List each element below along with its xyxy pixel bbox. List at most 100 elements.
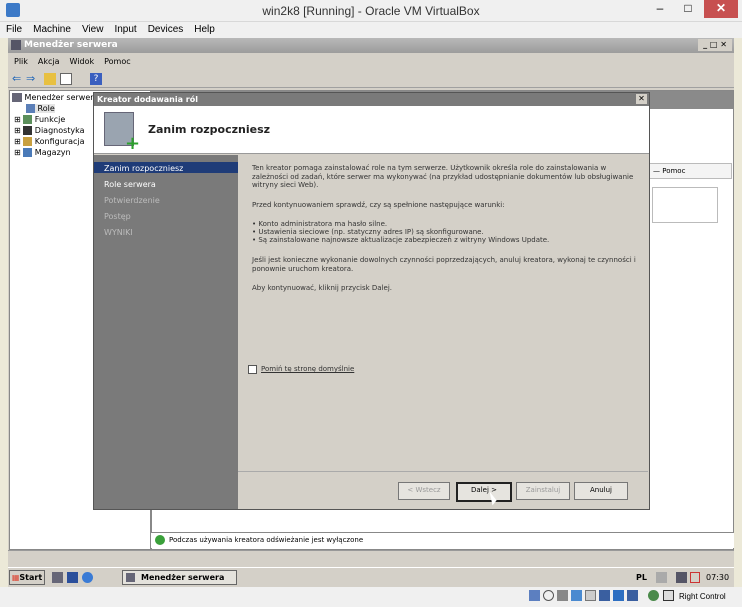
back-button[interactable]: < Wstecz [398, 482, 450, 500]
close-icon[interactable]: ✕ [636, 94, 647, 104]
prerequisite-item: • Są zainstalowane najnowsze aktualizacj… [252, 236, 550, 244]
show-hide-tree-icon[interactable] [60, 73, 72, 85]
step-postep: Postęp [104, 212, 131, 221]
powershell-icon[interactable] [67, 572, 78, 583]
prerequisite-text: Są zainstalowane najnowsze aktualizacje … [258, 236, 550, 244]
tree-root-label: Menedżer serwera [24, 93, 99, 102]
vbox-menubar: File Machine View Input Devices Help [0, 22, 742, 38]
tree-item-label: Magazyn [34, 148, 71, 157]
cancel-button[interactable]: Anuluj [574, 482, 628, 500]
wizard-steps: Zanim rozpoczniesz Role serwera Potwierd… [94, 155, 238, 509]
next-button[interactable]: Dalej > [456, 482, 512, 502]
taskbar-task-server-manager[interactable]: Menedżer serwera [122, 570, 237, 585]
taskbar: ▦Start Menedżer serwera PL 07:30 [8, 567, 734, 587]
server-manager-titlebar: Menedżer serwera _ □ ✕ [8, 38, 734, 53]
minimize-icon[interactable]: – [648, 0, 672, 18]
tree-item-role[interactable]: Role [26, 104, 55, 113]
menu-file[interactable]: File [0, 22, 27, 35]
internet-explorer-icon[interactable] [82, 572, 93, 583]
step-role-serwera[interactable]: Role serwera [104, 180, 156, 189]
help-link-label: Pomoc [662, 167, 686, 175]
clipboard-icon[interactable] [627, 590, 638, 601]
step-zanim-rozpoczniesz[interactable]: Zanim rozpoczniesz [104, 164, 183, 173]
guest-additions-icon[interactable] [648, 590, 659, 601]
tree-item-label: Diagnostyka [34, 126, 85, 135]
tree-item-funkcje[interactable]: ⊞ Funkcje [14, 115, 65, 124]
server-manager-icon [126, 573, 135, 582]
server-manager-quicklaunch-icon[interactable] [52, 572, 63, 583]
language-indicator[interactable]: PL [636, 573, 647, 582]
server-add-icon: + [104, 112, 140, 153]
shared-folders-icon[interactable] [571, 590, 582, 601]
back-arrow-icon[interactable]: ⇐ [12, 73, 23, 84]
tree-item-label: Funkcje [34, 115, 66, 124]
start-label: Start [19, 573, 43, 582]
help-icon[interactable]: ? [90, 73, 102, 85]
printer-icon [656, 572, 667, 583]
skip-page-checkbox[interactable] [248, 365, 257, 374]
window-controls[interactable]: _ □ ✕ [698, 39, 732, 51]
diagnostics-icon [23, 126, 33, 135]
server-manager-statusbar: Podczas używania kreatora odświeżanie je… [151, 532, 734, 548]
close-icon[interactable]: ✕ [704, 0, 738, 18]
tree-item-diagnostyka[interactable]: ⊞ Diagnostyka [14, 126, 85, 135]
skip-page-label[interactable]: Pomiń tę stronę domyślnie [261, 365, 354, 374]
tree-item-label: Role [37, 104, 55, 113]
menu-widok[interactable]: Widok [64, 54, 99, 66]
menu-plik[interactable]: Plik [8, 54, 32, 66]
refresh-icon [155, 535, 165, 545]
step-potwierdzenie: Potwierdzenie [104, 196, 160, 205]
hard-disk-icon[interactable] [529, 590, 540, 601]
menu-view[interactable]: View [76, 22, 109, 35]
start-button[interactable]: ▦Start [9, 570, 45, 585]
plus-icon: + [125, 133, 141, 154]
menu-help[interactable]: Help [188, 22, 220, 35]
vbox-statusbar: Right Control [0, 587, 742, 607]
display-icon[interactable] [585, 590, 596, 601]
network-icon[interactable] [676, 572, 687, 583]
prerequisite-text: Ustawienia sieciowe (np. statyczny adres… [258, 228, 484, 236]
volume-icon[interactable] [690, 572, 700, 583]
intro-paragraph: Ten kreator pomaga zainstalować role na … [252, 164, 634, 189]
usb-icon[interactable] [557, 590, 568, 601]
server-manager-menubar: Plik Akcja Widok Pomoc [8, 54, 734, 69]
cancel-advice-paragraph: Jeśli jest konieczne wykonanie dowolnych… [252, 256, 636, 273]
forward-arrow-icon[interactable]: ⇒ [26, 73, 37, 84]
menu-machine[interactable]: Machine [27, 22, 76, 35]
refresh-status-text: Podczas używania kreatora odświeżanie je… [169, 536, 364, 544]
menu-akcja[interactable]: Akcja [32, 54, 64, 66]
wizard-content: Ten kreator pomaga zainstalować role na … [238, 155, 648, 471]
help-link[interactable]: — Pomoc [648, 163, 732, 179]
host-key-label: Right Control [679, 592, 726, 601]
continue-paragraph: Aby kontynuować, kliknij przycisk Dalej. [252, 284, 392, 292]
wizard-buttons: < Wstecz Dalej > Zainstaluj Anuluj [238, 471, 648, 509]
menu-pomoc[interactable]: Pomoc [98, 54, 135, 66]
step-wyniki: WYNIKI [104, 228, 133, 237]
wizard-header: + Zanim rozpoczniesz [94, 106, 649, 154]
tree-root[interactable]: Menedżer serwera [12, 93, 98, 102]
help-box [652, 187, 718, 223]
network-adapter-icon[interactable] [599, 590, 610, 601]
tree-item-konfiguracja[interactable]: ⊞ Konfiguracja [14, 137, 85, 146]
install-button[interactable]: Zainstaluj [516, 482, 570, 500]
video-capture-icon[interactable] [613, 590, 624, 601]
optical-drive-icon[interactable] [543, 590, 554, 601]
wizard-title: Kreator dodawania ról [97, 95, 198, 104]
maximize-icon[interactable]: □ [676, 0, 700, 18]
wizard-heading: Zanim rozpoczniesz [148, 123, 271, 136]
clock[interactable]: 07:30 [706, 573, 729, 582]
features-icon [23, 115, 33, 124]
menu-devices[interactable]: Devices [142, 22, 189, 35]
task-label: Menedżer serwera [141, 573, 225, 582]
server-manager-title: Menedżer serwera [24, 40, 118, 50]
roles-icon [26, 104, 35, 113]
guest-statusbar [8, 550, 734, 564]
tree-item-magazyn[interactable]: ⊞ Magazyn [14, 148, 71, 157]
up-folder-icon[interactable] [44, 73, 56, 85]
menu-input[interactable]: Input [108, 22, 141, 35]
mouse-integration-icon[interactable] [663, 590, 674, 601]
vbox-titlebar: win2k8 [Running] - Oracle VM VirtualBox … [0, 0, 742, 22]
window-title: win2k8 [Running] - Oracle VM VirtualBox [262, 4, 480, 18]
storage-icon [23, 148, 33, 157]
server-icon [12, 93, 22, 102]
